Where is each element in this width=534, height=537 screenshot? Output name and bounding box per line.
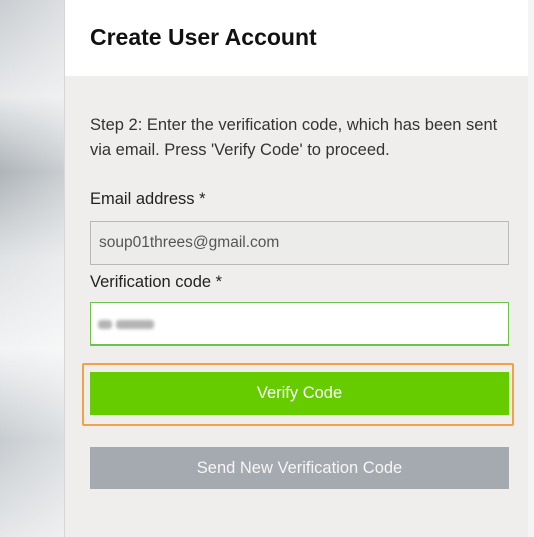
dialog-title: Create User Account	[90, 24, 317, 50]
step-instructions: Step 2: Enter the verification code, whi…	[90, 116, 498, 159]
send-new-code-button[interactable]: Send New Verification Code	[90, 447, 509, 489]
email-field[interactable]	[90, 221, 509, 265]
background-page	[0, 0, 65, 537]
verification-code-input[interactable]	[90, 302, 509, 346]
scrollbar-track	[527, 0, 534, 537]
verify-code-button[interactable]: Verify Code	[90, 372, 509, 415]
verification-code-label: Verification code *	[90, 273, 223, 291]
email-label: Email address *	[90, 190, 206, 208]
dialog-header: Create User Account	[65, 0, 528, 76]
create-account-dialog: Create User Account Step 2: Enter the ve…	[65, 0, 528, 537]
